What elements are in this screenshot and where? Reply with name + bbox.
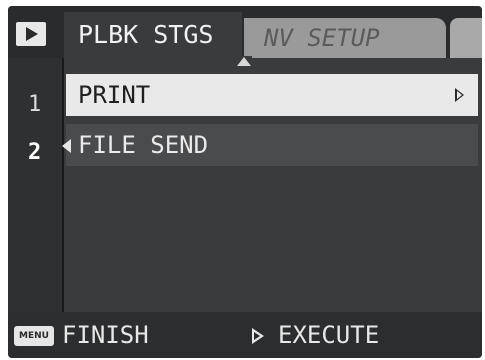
camera-screen: PLBK STGS NV SETUP 1 2 PRINT FILE SEND M… [8, 6, 482, 358]
page-number-2: 2 [28, 140, 42, 165]
page-number-1: 1 [28, 92, 42, 117]
page-numbers: 1 2 [8, 58, 62, 312]
tab-bar: PLBK STGS NV SETUP [8, 6, 482, 58]
menu-item-label: FILE SEND [78, 131, 209, 159]
menu-item-file-send[interactable]: FILE SEND [62, 124, 478, 166]
up-arrow-icon [236, 56, 252, 68]
chevron-right-icon [455, 88, 464, 102]
execute-arrow-icon [252, 328, 264, 344]
play-icon[interactable] [16, 22, 46, 46]
menu-item-label: PRINT [78, 81, 151, 109]
tab-extra[interactable] [450, 18, 482, 58]
chevron-left-icon [62, 139, 71, 153]
menu-list: PRINT FILE SEND [62, 74, 478, 174]
tab-setup[interactable]: NV SETUP [244, 18, 446, 58]
tab-playback-settings[interactable]: PLBK STGS [64, 12, 242, 58]
divider [62, 58, 64, 312]
menu-item-print[interactable]: PRINT [66, 74, 478, 116]
footer: MENU FINISH EXECUTE [8, 312, 482, 358]
menu-key-icon[interactable]: MENU [14, 326, 54, 346]
finish-label: FINISH [62, 321, 149, 349]
execute-label: EXECUTE [278, 321, 380, 349]
